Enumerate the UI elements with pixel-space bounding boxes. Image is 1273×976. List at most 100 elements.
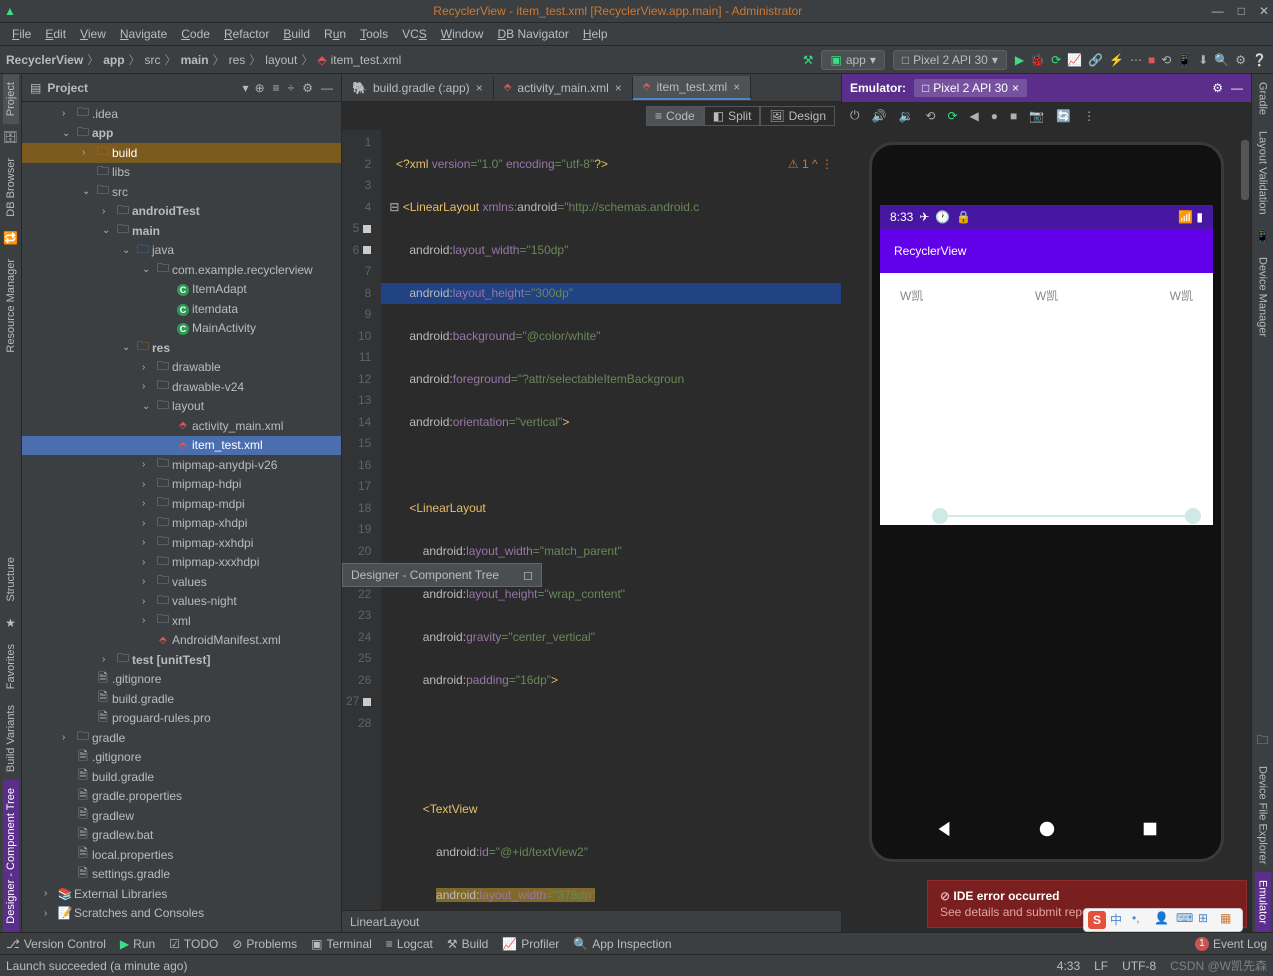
nav-overview-icon[interactable] — [1141, 820, 1159, 838]
device-manager-icon[interactable]: 📱 — [1255, 229, 1270, 243]
tab-emulator[interactable]: Emulator — [1255, 872, 1271, 932]
ime-sogou-icon[interactable]: S — [1088, 911, 1106, 929]
menu-dbnav[interactable]: DB Navigator — [491, 25, 574, 43]
profile-icon[interactable]: 📈 — [1067, 53, 1082, 67]
screenshot-icon[interactable]: 📷 — [1029, 109, 1044, 123]
device-combo[interactable]: □ Pixel 2 API 30 ▾ — [893, 50, 1007, 70]
ime-toolbar[interactable]: S 中 •, 👤 ⌨ ⊞ ▦ — [1083, 908, 1243, 932]
tab-event-log[interactable]: 1Event Log — [1195, 937, 1267, 951]
dropdown-icon[interactable]: ▾ — [243, 81, 249, 95]
ime-skin-icon[interactable]: ⌨ — [1176, 911, 1194, 929]
tab-structure[interactable]: Structure — [3, 549, 19, 610]
coverage-icon[interactable]: ⟳ — [1051, 53, 1061, 67]
search-icon[interactable]: 🔍 — [1214, 53, 1229, 67]
close-icon[interactable]: × — [733, 80, 740, 94]
bolt-icon[interactable]: ⚡ — [1109, 53, 1124, 67]
sdk-icon[interactable]: ⬇ — [1198, 53, 1208, 67]
run-config-combo[interactable]: ▣app ▾ — [821, 50, 884, 70]
ime-input-icon[interactable]: 👤 — [1154, 911, 1172, 929]
tab-favorites[interactable]: Favorites — [3, 636, 19, 697]
db-browser-icon[interactable]: 🗄 — [3, 130, 18, 144]
mode-code[interactable]: ≡Code — [646, 106, 704, 126]
tab-build-gradle[interactable]: 🐘build.gradle (:app)× — [342, 77, 494, 99]
resource-manager-icon[interactable]: 🔁 — [3, 231, 18, 245]
menu-code[interactable]: Code — [175, 25, 216, 43]
nav-home-icon[interactable] — [1038, 820, 1056, 838]
menu-window[interactable]: Window — [435, 25, 490, 43]
close-icon[interactable]: × — [1012, 81, 1019, 95]
tab-file-explorer[interactable]: Device File Explorer — [1255, 758, 1271, 872]
tab-db-browser[interactable]: DB Browser — [3, 150, 19, 225]
menu-tools[interactable]: Tools — [354, 25, 394, 43]
ime-settings-icon[interactable]: ⊞ — [1198, 911, 1216, 929]
tab-activity-main[interactable]: ⬘activity_main.xml× — [494, 77, 633, 99]
tab-profiler[interactable]: 📈Profiler — [502, 937, 559, 951]
menu-view[interactable]: View — [74, 25, 112, 43]
maximize-icon[interactable]: □ — [1238, 4, 1245, 18]
ime-punct-icon[interactable]: •, — [1132, 911, 1150, 929]
ime-apps-icon[interactable]: ▦ — [1220, 911, 1238, 929]
tab-version-control[interactable]: ⎇Version Control — [6, 937, 106, 951]
breadcrumb[interactable]: RecyclerView〉 app〉 src〉 main〉 res〉 layou… — [6, 51, 401, 68]
tab-logcat[interactable]: ≡Logcat — [386, 937, 433, 951]
line-separator[interactable]: LF — [1094, 959, 1108, 973]
tab-device-manager[interactable]: Device Manager — [1255, 249, 1271, 345]
collapse-icon[interactable]: ÷ — [288, 81, 295, 95]
home-icon[interactable]: ● — [991, 109, 998, 123]
stop-icon[interactable]: ■ — [1148, 53, 1155, 67]
more-icon[interactable]: ⋮ — [1083, 109, 1095, 123]
menu-vcs[interactable]: VCS — [396, 25, 433, 43]
mode-split[interactable]: ◧Split — [704, 106, 761, 126]
back-icon[interactable]: ◀ — [970, 109, 979, 123]
rotate-left-icon[interactable]: ⟲ — [925, 109, 935, 123]
expand-icon[interactable]: ≡ — [273, 81, 280, 95]
attach-icon[interactable]: 🔗 — [1088, 53, 1103, 67]
encoding[interactable]: UTF-8 — [1122, 959, 1156, 973]
emulator-device-tab[interactable]: □Pixel 2 API 30 × — [914, 79, 1027, 97]
tab-problems[interactable]: ⊘Problems — [232, 937, 297, 951]
hide-icon[interactable]: — — [321, 81, 333, 95]
hide-icon[interactable]: — — [1231, 81, 1243, 95]
close-icon[interactable]: × — [476, 81, 483, 95]
zoom-icon[interactable]: 🔄 — [1056, 109, 1071, 123]
rotate-right-icon[interactable]: ⟳ — [947, 109, 957, 123]
volume-down-icon[interactable]: 🔉 — [898, 109, 913, 123]
menu-run[interactable]: Run — [318, 25, 352, 43]
scrollbar[interactable] — [1241, 140, 1249, 200]
tab-designer-tree[interactable]: Designer - Component Tree — [3, 780, 19, 932]
target-icon[interactable]: ⊕ — [255, 81, 265, 95]
favorites-icon[interactable]: ★ — [5, 616, 16, 630]
tab-build-variants[interactable]: Build Variants — [3, 697, 19, 780]
caret-position[interactable]: 4:33 — [1057, 959, 1080, 973]
gear-icon[interactable]: ⚙ — [1212, 81, 1223, 95]
project-tree[interactable]: ›🗀.idea ⌄🗀app ›🗀build 🗀libs ⌄🗀src ›🗀andr… — [22, 102, 341, 932]
volume-up-icon[interactable]: 🔊 — [872, 109, 887, 123]
tab-layout-validation[interactable]: Layout Validation — [1255, 123, 1271, 223]
close-icon[interactable]: × — [615, 81, 622, 95]
tab-project[interactable]: Project — [3, 74, 19, 124]
tab-terminal[interactable]: ▣Terminal — [311, 937, 372, 951]
restore-icon[interactable]: ◻ — [523, 568, 533, 582]
power-icon[interactable]: ⏻ — [850, 108, 860, 123]
debug-icon[interactable]: 🐞 — [1030, 53, 1045, 67]
sync-icon[interactable]: ⟲ — [1161, 53, 1171, 67]
tab-build[interactable]: ⚒Build — [447, 937, 488, 951]
minimize-icon[interactable]: — — [1212, 4, 1224, 18]
avd-icon[interactable]: 📱 — [1177, 53, 1192, 67]
menu-help[interactable]: Help — [577, 25, 614, 43]
component-tree-popup[interactable]: Designer - Component Tree ◻ — [342, 563, 542, 587]
menu-file[interactable]: File — [6, 25, 37, 43]
mode-design[interactable]: 🖼Design — [760, 106, 835, 126]
tab-resource-manager[interactable]: Resource Manager — [3, 251, 19, 361]
more-run-icon[interactable]: ⋯ — [1130, 53, 1142, 67]
ime-lang-icon[interactable]: 中 — [1110, 911, 1128, 929]
tab-run[interactable]: ▶Run — [120, 937, 155, 951]
menu-build[interactable]: Build — [277, 25, 316, 43]
run-icon[interactable]: ▶ — [1015, 53, 1024, 67]
tab-item-test[interactable]: ⬘item_test.xml× — [633, 76, 751, 100]
recycler-row[interactable]: W凯 W凯 W凯 — [880, 273, 1213, 318]
menu-edit[interactable]: Edit — [39, 25, 72, 43]
overview-icon[interactable]: ■ — [1010, 109, 1017, 123]
settings-icon[interactable]: ⚙ — [1235, 53, 1246, 67]
tab-gradle[interactable]: Gradle — [1255, 74, 1271, 123]
